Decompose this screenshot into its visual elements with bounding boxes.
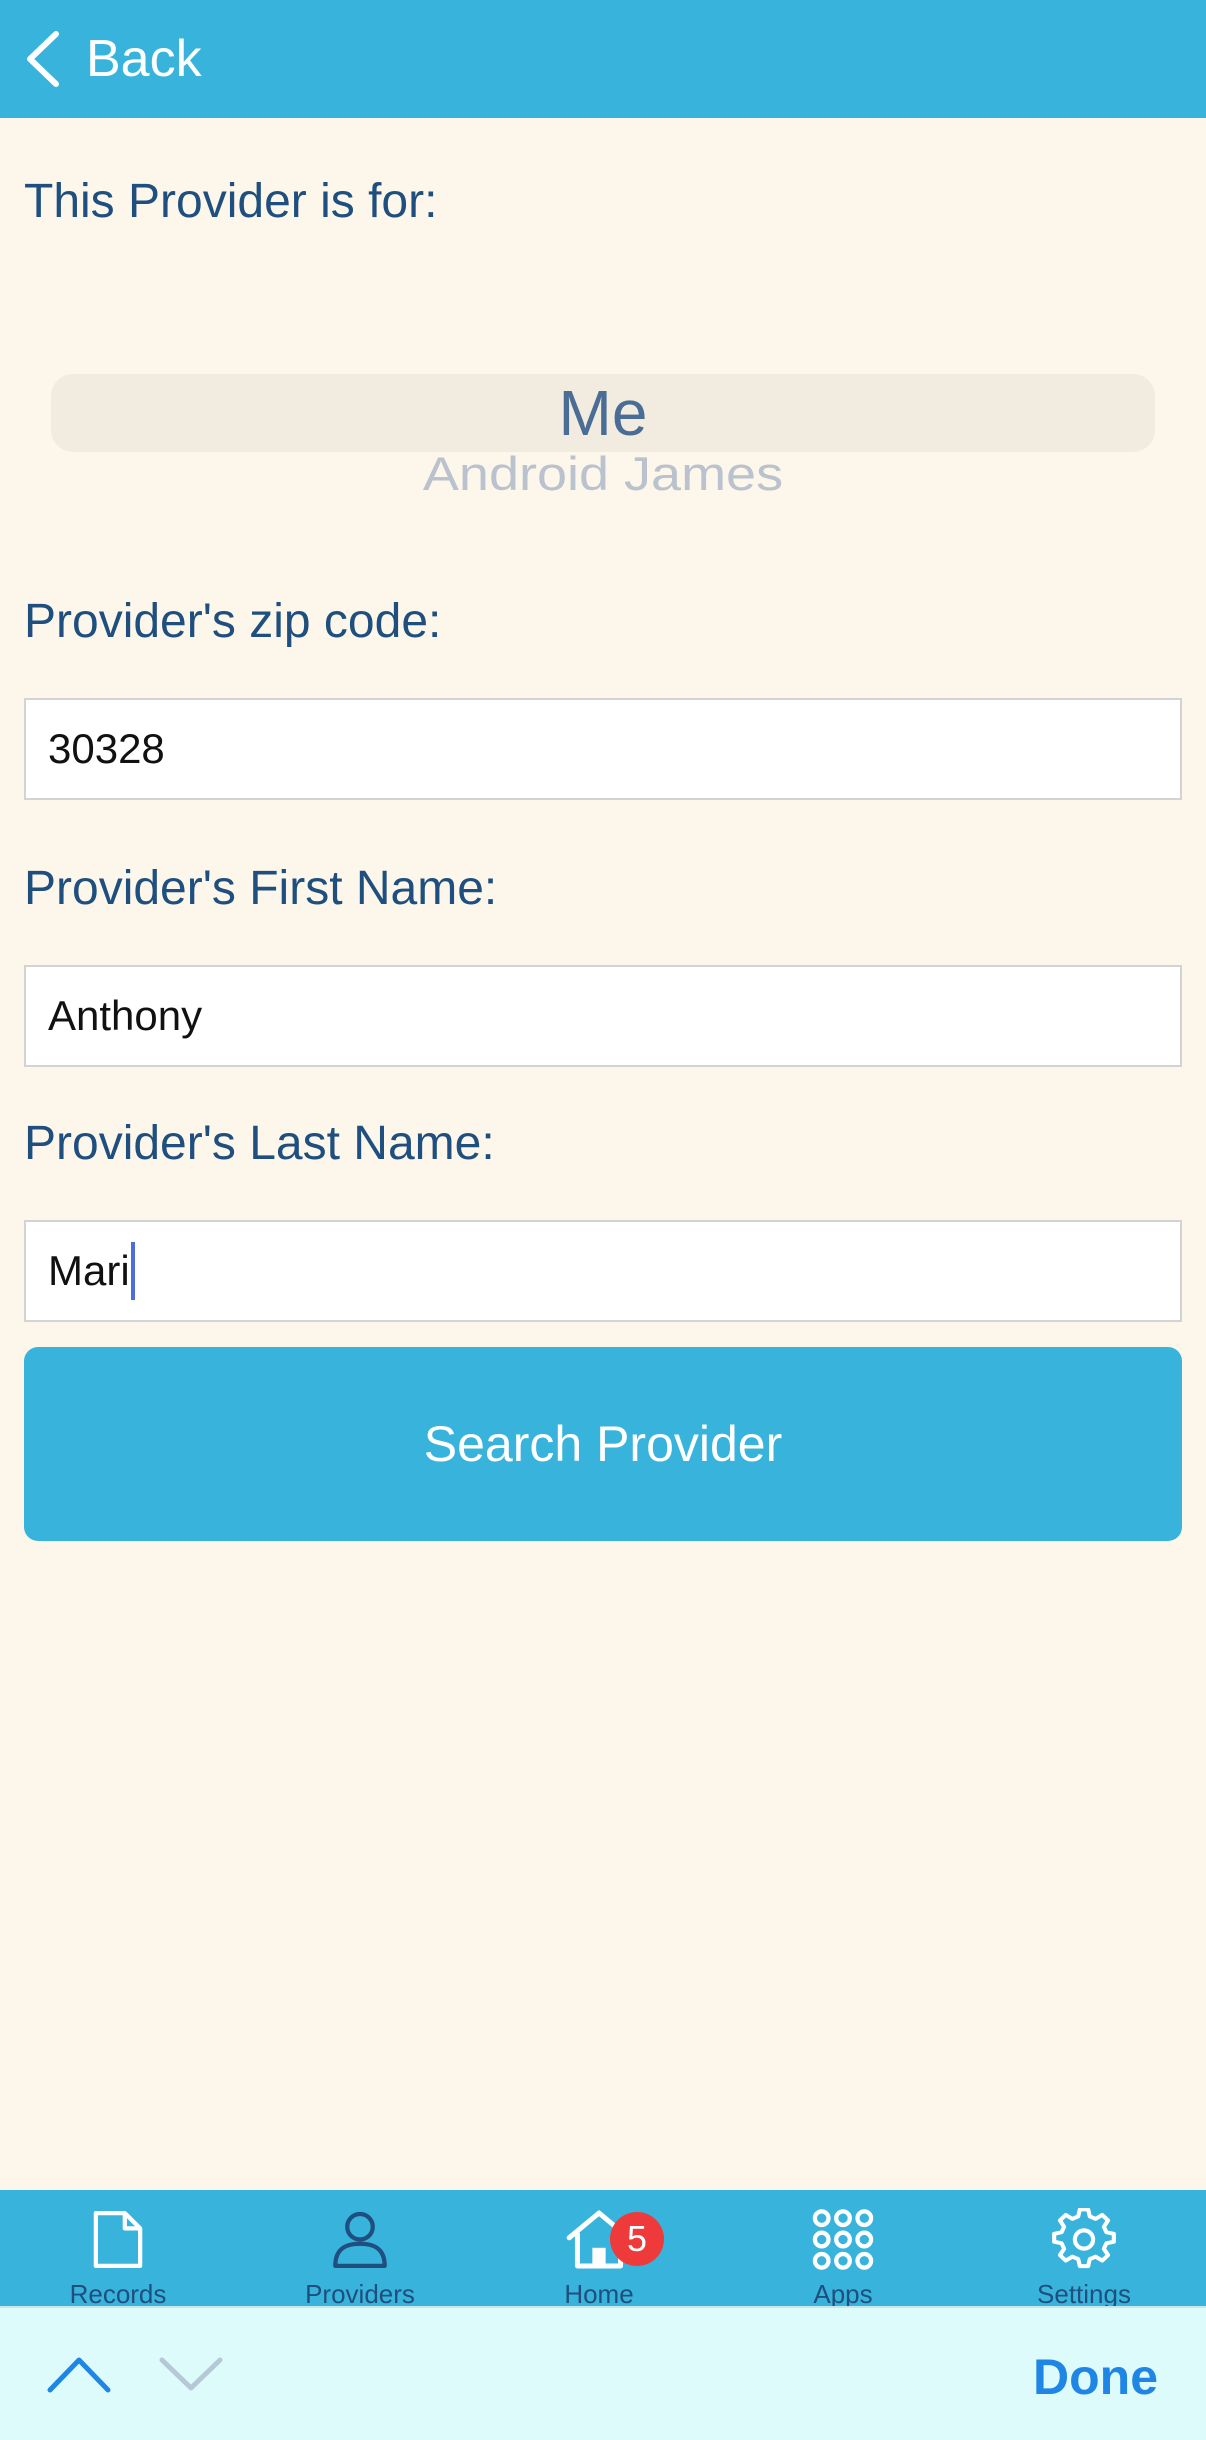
tab-home[interactable]: 5 Home bbox=[524, 2208, 674, 2310]
picker-next-option[interactable]: Android James bbox=[0, 448, 1206, 501]
tab-bar: Records Providers 5 Home Apps Settings bbox=[0, 2190, 1206, 2310]
chevron-down-icon[interactable] bbox=[158, 2348, 224, 2398]
document-icon bbox=[93, 2210, 143, 2269]
text-caret bbox=[130, 1242, 135, 1300]
zip-code-value: 30328 bbox=[48, 725, 165, 772]
last-name-label: Provider's Last Name: bbox=[24, 1117, 495, 1170]
chevron-up-icon[interactable] bbox=[46, 2348, 112, 2398]
tab-providers[interactable]: Providers bbox=[285, 2208, 435, 2310]
tab-records[interactable]: Records bbox=[43, 2208, 193, 2310]
home-badge: 5 bbox=[610, 2212, 664, 2266]
search-provider-button[interactable]: Search Provider bbox=[24, 1347, 1182, 1541]
picker-selected-option[interactable]: Me bbox=[0, 373, 1206, 453]
zip-code-label: Provider's zip code: bbox=[24, 595, 442, 648]
chevron-left-icon bbox=[27, 31, 59, 87]
tab-apps[interactable]: Apps bbox=[768, 2208, 918, 2310]
grid-icon bbox=[812, 2209, 874, 2270]
gear-icon bbox=[1052, 2208, 1116, 2269]
provider-for-label: This Provider is for: bbox=[24, 175, 438, 228]
first-name-label: Provider's First Name: bbox=[24, 862, 498, 915]
zip-code-field[interactable]: 30328 bbox=[24, 698, 1182, 800]
keyboard-toolbar: Done bbox=[0, 2306, 1206, 2440]
done-button[interactable]: Done bbox=[1033, 2348, 1158, 2406]
person-icon bbox=[333, 2211, 387, 2269]
last-name-value: Mari bbox=[48, 1247, 130, 1294]
navigation-bar: Back bbox=[0, 0, 1206, 118]
back-label: Back bbox=[86, 30, 202, 88]
first-name-field[interactable]: Anthony bbox=[24, 965, 1182, 1067]
last-name-field[interactable]: Mari bbox=[24, 1220, 1182, 1322]
first-name-value: Anthony bbox=[48, 992, 203, 1039]
tab-settings[interactable]: Settings bbox=[1009, 2208, 1159, 2310]
back-button[interactable]: Back bbox=[24, 29, 202, 89]
